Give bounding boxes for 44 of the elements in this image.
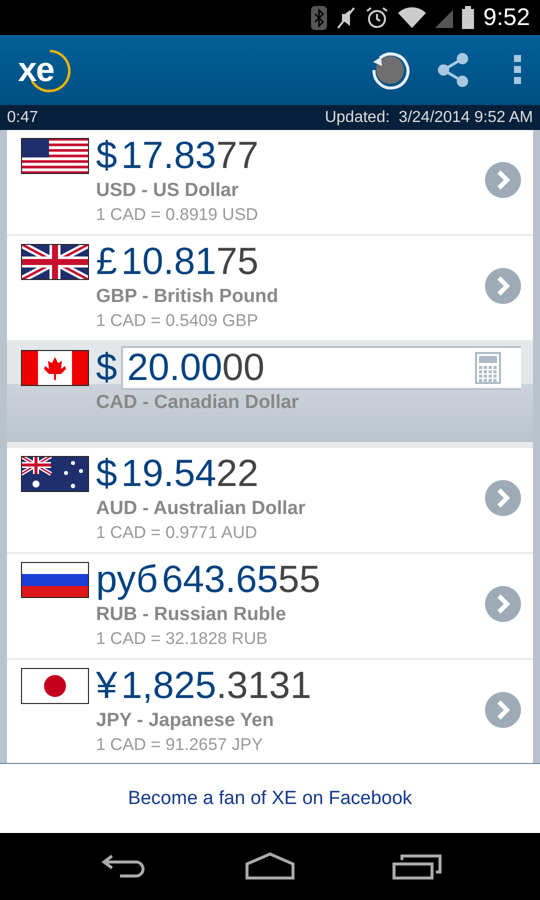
- currency-symbol: ¥: [96, 664, 118, 708]
- currency-symbol: $: [96, 452, 118, 496]
- countdown-timer: 0:47: [7, 108, 38, 126]
- share-icon[interactable]: [436, 50, 470, 90]
- currency-name: CAD - Canadian Dollar: [96, 392, 300, 414]
- amount-field[interactable]: 20.0000: [121, 346, 521, 390]
- converted-amount: 1,825.3131: [121, 664, 312, 708]
- currency-symbol: руб: [96, 558, 158, 602]
- currency-symbol: $: [96, 346, 118, 390]
- exchange-rate: 1 CAD = 0.9771 AUD: [96, 523, 258, 543]
- flag-icon: [21, 562, 89, 598]
- exchange-rate: 1 CAD = 32.1828 RUB: [96, 629, 269, 649]
- recents-icon[interactable]: [392, 852, 442, 882]
- exchange-rate: 1 CAD = 0.8919 USD: [96, 205, 260, 225]
- converted-amount: 19.5422: [121, 452, 259, 496]
- converted-amount: 10.8175: [121, 240, 259, 284]
- currency-name: AUD - Australian Dollar: [96, 498, 306, 520]
- currency-name: USD - US Dollar: [96, 180, 240, 202]
- facebook-link[interactable]: Become a fan of XE on Facebook: [128, 788, 412, 810]
- battery-icon: [462, 6, 474, 30]
- flag-icon: [21, 456, 89, 492]
- exchange-rate: 1 CAD = 91.2657 JPY: [96, 735, 264, 755]
- xe-logo: xe: [18, 47, 72, 93]
- flag-icon: [21, 244, 89, 280]
- flag-icon: [21, 138, 89, 174]
- menu-icon[interactable]: [514, 55, 522, 85]
- converted-amount: 643.6555: [162, 558, 320, 602]
- converted-amount: 17.8377: [121, 134, 259, 178]
- refresh-icon[interactable]: [370, 50, 410, 90]
- currency-name: JPY - Japanese Yen: [96, 710, 275, 732]
- updated-timestamp: Updated: 3/24/2014 9:52 AM: [324, 108, 533, 126]
- currency-name: GBP - British Pound: [96, 286, 280, 308]
- currency-name: RUB - Russian Ruble: [96, 604, 288, 626]
- alarm-icon: [365, 6, 390, 30]
- bluetooth-icon: [311, 6, 328, 30]
- home-icon[interactable]: [244, 852, 295, 882]
- wifi-icon: [398, 6, 426, 30]
- clock-time: 9:52: [483, 4, 530, 32]
- flag-icon: [21, 350, 89, 386]
- mute-icon: [336, 6, 356, 30]
- currency-symbol: $: [96, 134, 118, 178]
- flag-icon: [21, 668, 89, 704]
- currency-symbol: £: [96, 240, 118, 284]
- exchange-rate: 1 CAD = 0.5409 GBP: [96, 311, 260, 331]
